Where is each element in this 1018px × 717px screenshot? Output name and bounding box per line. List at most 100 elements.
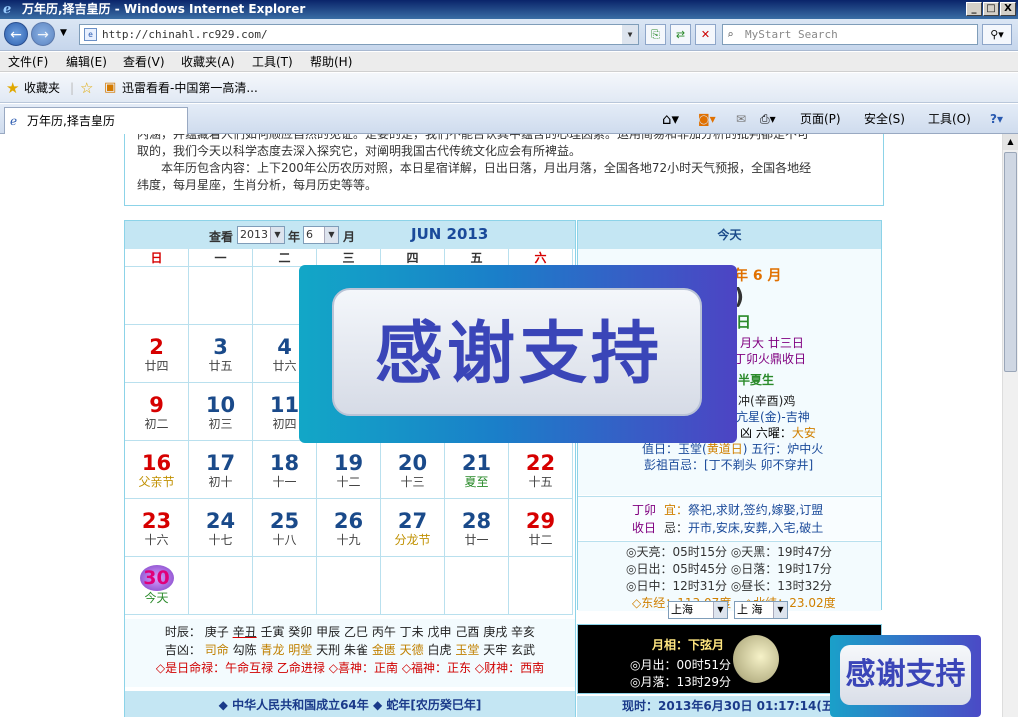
back-button[interactable]: ← <box>4 22 28 46</box>
add-favorite-icon[interactable]: ☆ <box>80 73 93 103</box>
city-select[interactable]: 上 海 ▼ <box>734 601 788 619</box>
day-cell[interactable]: 10 初三 <box>189 383 253 441</box>
day-cell[interactable]: 21 夏至 <box>445 441 509 499</box>
menu-view[interactable]: 查看(V) <box>123 52 165 72</box>
home-icon[interactable]: ⌂▾ <box>662 104 679 134</box>
lunar-day: 十七 <box>208 533 233 547</box>
month-select[interactable]: 6 ▼ <box>303 226 339 244</box>
forward-button[interactable]: → <box>31 22 55 46</box>
day-cell[interactable]: 27 分龙节 <box>381 499 445 557</box>
liuyao-value: 大安 <box>791 426 816 440</box>
month-dropdown-icon: ▼ <box>324 227 338 243</box>
stop-icon[interactable]: ✕ <box>695 24 716 45</box>
hours-panel: 时辰： 庚子 辛丑 壬寅 癸卯 甲辰 乙巳 丙午 丁未 戊申 己酉 庚戌 辛亥 … <box>125 619 575 687</box>
hour-item: 戊申 <box>427 625 452 639</box>
day-cell-empty <box>317 557 381 615</box>
favorites-bar: ★ 收藏夹 | ☆ ▣ 迅雷看看-中国第一高清... <box>0 73 1018 103</box>
lunar-day: 廿一 <box>464 533 489 547</box>
window-title-bar[interactable]: ℯ 万年历,择吉皇历 - Windows Internet Explorer _… <box>0 0 1018 19</box>
search-icon[interactable]: ⚲▾ <box>982 24 1012 45</box>
solar-term: 半夏生 <box>738 373 775 387</box>
ganzhi-day: 丁卯火鼎收日 <box>734 352 807 366</box>
yiji-day-type: 收日 <box>632 521 657 535</box>
maximize-button[interactable]: □ <box>983 2 999 16</box>
close-button[interactable]: X <box>1000 2 1016 16</box>
scroll-up-icon[interactable]: ▲ <box>1003 134 1018 150</box>
page-menu[interactable]: 页面(P) <box>800 104 841 134</box>
day-cell[interactable]: 17 初十 <box>189 441 253 499</box>
menu-help[interactable]: 帮助(H) <box>310 52 352 72</box>
search-input[interactable]: ⌕ MyStart Search <box>722 24 978 45</box>
thanks-banner[interactable]: 感谢支持 <box>299 265 737 443</box>
day-cell[interactable]: 20 十三 <box>381 441 445 499</box>
province-select[interactable]: 上海 ▼ <box>668 601 728 619</box>
gods-label: 吉凶： <box>164 643 201 657</box>
day-cell[interactable]: 3 廿五 <box>189 325 253 383</box>
history-dropdown-icon[interactable]: ▼ <box>60 28 67 38</box>
favorite-link-xunlei[interactable]: 迅雷看看-中国第一高清... <box>122 73 258 103</box>
calendar-header: 查看 2013 ▼ 年 6 ▼ 月 JUN 2013 <box>125 221 575 249</box>
day-cell[interactable]: 23 十六 <box>125 499 189 557</box>
day-cell[interactable]: 25 十八 <box>253 499 317 557</box>
menu-file[interactable]: 文件(F) <box>8 52 48 72</box>
day-cell[interactable]: 28 廿一 <box>445 499 509 557</box>
safety-menu[interactable]: 安全(S) <box>864 104 905 134</box>
search-provider-icon: ⌕ <box>727 28 734 41</box>
gods-row: 吉凶： 司命 勾陈 青龙 明堂 天刑 朱雀 金匮 天德 白虎 玉堂 天牢 玄武 <box>125 641 575 659</box>
festival-label: 父亲节 <box>138 475 175 489</box>
intro-line: 本年历包含内容：上下200年公历农历对照，本日星宿详解，日出日落，月出月落，全国… <box>161 161 812 175</box>
day-cell[interactable]: 2 廿四 <box>125 325 189 383</box>
day-cell[interactable]: 19 十二 <box>317 441 381 499</box>
festival-label: 分龙节 <box>394 533 431 547</box>
mail-icon[interactable]: ✉ <box>736 104 746 134</box>
day-cell[interactable]: 16 父亲节 <box>125 441 189 499</box>
god-item: 勾陈 <box>232 643 257 657</box>
hour-item: 庚子 <box>204 625 229 639</box>
day-cell[interactable]: 18 十一 <box>253 441 317 499</box>
print-icon[interactable]: ⎙▾ <box>760 104 776 134</box>
day-number: 26 <box>333 509 364 533</box>
menu-tools[interactable]: 工具(T) <box>252 52 293 72</box>
god-item: 明堂 <box>288 643 313 657</box>
year-select[interactable]: 2013 ▼ <box>237 226 285 244</box>
god-item: 天牢 <box>483 643 508 657</box>
address-dropdown-icon[interactable]: ▼ <box>622 25 638 44</box>
help-icon[interactable]: ?▾ <box>990 104 1003 134</box>
day-number: 29 <box>525 509 556 533</box>
thanks-banner-text: 感谢支持 <box>374 316 663 392</box>
menu-favorites[interactable]: 收藏夹(A) <box>181 52 235 72</box>
year-dropdown-icon: ▼ <box>270 227 284 243</box>
tab-active[interactable]: ℯ 万年历,择吉皇历 <box>4 107 188 134</box>
address-input[interactable]: e http://chinahl.rc929.com/ ▼ <box>79 24 639 45</box>
thanks-banner-small[interactable]: 感谢支持 <box>830 635 981 717</box>
intro-line: 纬度，每月星座，生肖分析，每月历史等等。 <box>137 178 378 192</box>
page-icon: e <box>84 28 97 41</box>
ie-icon: ℯ <box>3 2 12 17</box>
tools-menu[interactable]: 工具(O) <box>928 104 971 134</box>
pengzu-info: 彭祖百忌：[丁不剃头 卯不穿井] <box>644 458 814 472</box>
menu-edit[interactable]: 编辑(E) <box>66 52 107 72</box>
lunar-day: 初三 <box>208 417 233 431</box>
vertical-scrollbar[interactable]: ▲ <box>1002 134 1018 717</box>
minimize-button[interactable]: _ <box>966 2 982 16</box>
scroll-thumb[interactable] <box>1004 152 1017 372</box>
lucky-item: ◇是日命禄：午命互禄 <box>155 661 274 675</box>
yi-label: 宜： <box>664 503 689 517</box>
day-cell[interactable]: 24 十七 <box>189 499 253 557</box>
hour-item: 甲辰 <box>316 625 341 639</box>
star-info: 亢星(金)-吉神 <box>736 410 810 424</box>
day-cell-today[interactable]: 30 今天 <box>125 557 189 615</box>
compatibility-icon[interactable]: ⎘ <box>645 24 666 45</box>
ji-value: 开市,安床,安葬,入宅,破土 <box>688 521 824 535</box>
favorites-button[interactable]: 收藏夹 <box>24 73 60 103</box>
feeds-icon[interactable]: ◙▾ <box>698 104 716 134</box>
god-item: 朱雀 <box>343 643 368 657</box>
lunar-day: 十二 <box>336 475 361 489</box>
day-cell[interactable]: 9 初二 <box>125 383 189 441</box>
day-cell[interactable]: 22 十五 <box>509 441 573 499</box>
liuyao-label: 凶 六曜： <box>740 426 792 440</box>
day-cell-empty <box>125 267 189 325</box>
refresh-icon[interactable]: ⇄ <box>670 24 691 45</box>
day-cell[interactable]: 29 廿二 <box>509 499 573 557</box>
day-cell[interactable]: 26 十九 <box>317 499 381 557</box>
